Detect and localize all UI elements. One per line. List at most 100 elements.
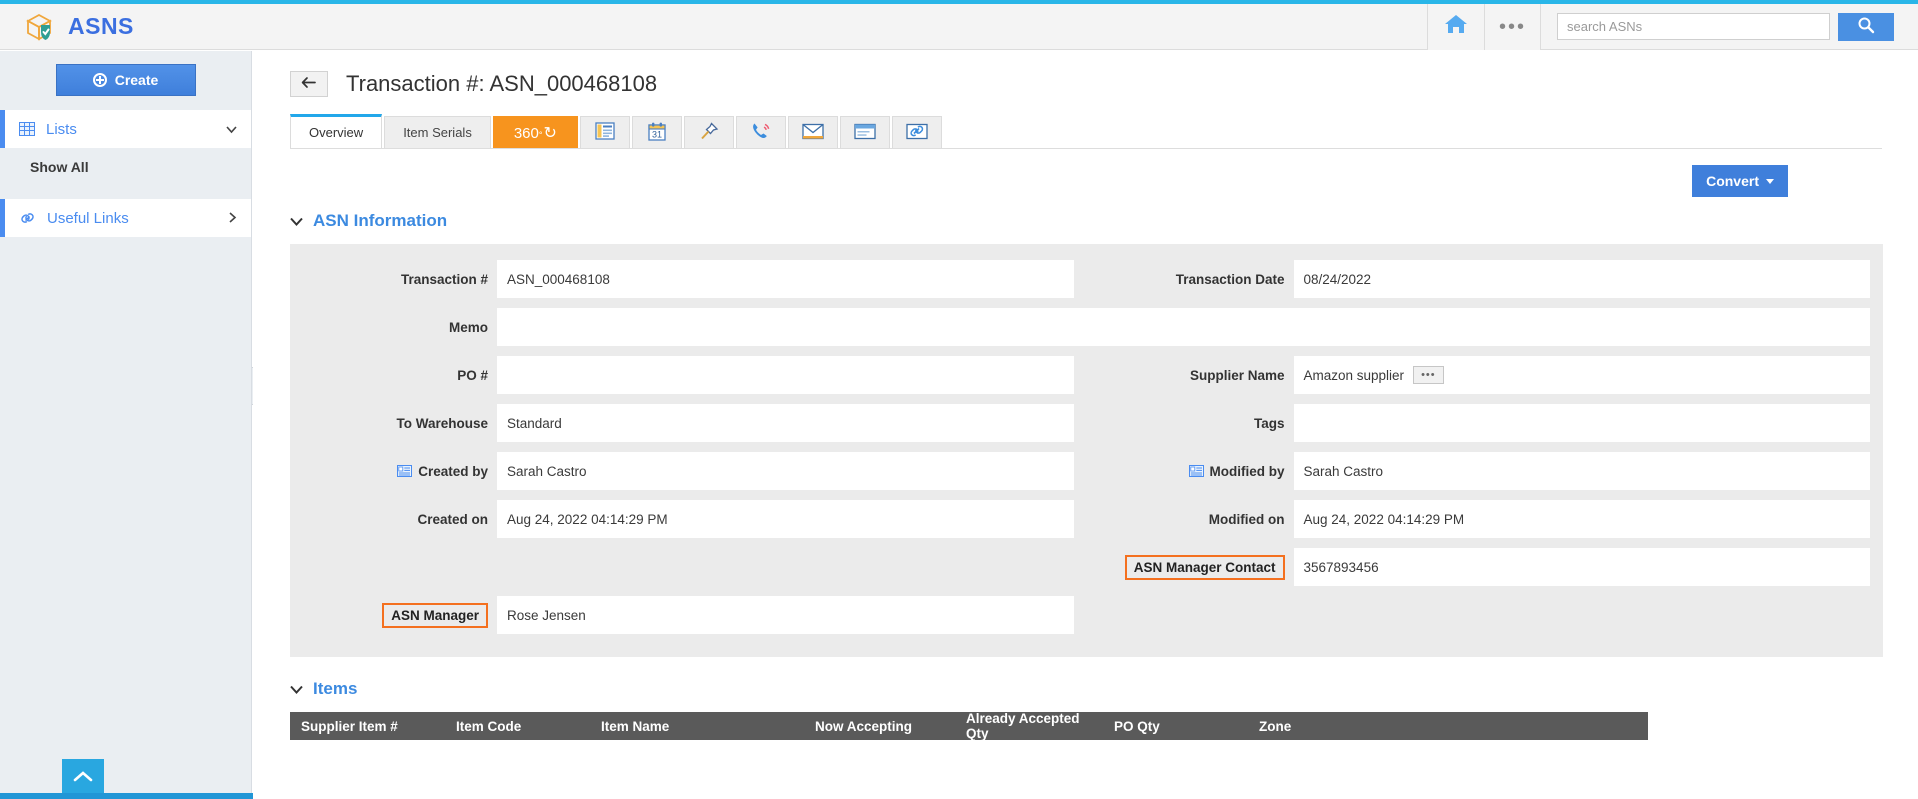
asn-manager-contact-input[interactable]: 3567893456 [1293,548,1870,586]
sidebar-item-useful-links-label: Useful Links [47,209,129,227]
column-po-qty[interactable]: PO Qty [1103,719,1248,734]
column-already-accepted-qty[interactable]: Already Accepted Qty [955,711,1103,741]
field-to-warehouse: To Warehouse Standard [290,399,1087,447]
field-modified-on: Modified on Aug 24, 2022 04:14:29 PM [1087,495,1884,543]
grid-icon [19,122,35,136]
tab-item-serials[interactable]: Item Serials [384,116,491,148]
items-table-header-row: Supplier Item # Item Code Item Name Now … [290,711,1648,741]
field-asn-manager-contact: ASN Manager Contact 3567893456 [1087,543,1884,591]
modified-by-input[interactable]: Sarah Castro [1293,452,1870,490]
modified-on-value: Aug 24, 2022 04:14:29 PM [1293,500,1870,538]
chevron-down-icon [290,681,303,697]
created-on-label: Created on [417,511,488,527]
column-now-accepting[interactable]: Now Accepting [804,719,955,734]
spacer-field-right [1294,596,1884,634]
form-row-created-modified-by: Created by Sarah Castro Modified by Sara… [290,447,1883,495]
sidebar: Create Lists Show All Useful Links [0,51,306,799]
asn-manager-contact-label-text: ASN Manager Contact [1124,554,1285,580]
asn-manager-input[interactable]: Rose Jensen [497,596,1074,634]
back-button[interactable] [290,71,328,97]
to-warehouse-input[interactable]: Standard [497,404,1074,442]
form-row-warehouse-tags: To Warehouse Standard Tags [290,399,1883,447]
memo-input[interactable] [497,308,1870,346]
spacer-field [497,548,1087,586]
link-icon [19,211,36,225]
asn-information-section-header[interactable]: ASN Information [290,211,1918,231]
tab-360[interactable]: 360 ° ↻ [492,116,578,148]
create-button-label: Create [114,72,159,88]
column-item-name[interactable]: Item Name [590,719,804,734]
memo-label: Memo [448,319,488,335]
search-input[interactable] [1557,13,1830,40]
back-arrow-icon [300,76,318,93]
home-icon [1443,12,1469,41]
tab-360-label: 360 [513,124,539,142]
tab-attachments[interactable] [891,116,942,148]
more-dots-icon: ••• [1498,15,1526,38]
tags-input[interactable] [1293,404,1870,442]
tab-email[interactable] [787,116,838,148]
chevron-down-icon [1766,178,1774,184]
create-button[interactable]: Create [55,64,196,96]
transaction-number-input[interactable]: ASN_000468108 [497,260,1074,298]
phone-ringing-icon [750,121,772,144]
tab-news-document[interactable] [579,116,630,148]
created-on-value: Aug 24, 2022 04:14:29 PM [497,500,1074,538]
tab-phone[interactable] [735,116,786,148]
asn-manager-label: ASN Manager [290,591,497,639]
chevron-down-icon [290,213,303,229]
po-number-label: PO # [457,367,488,383]
contact-card-icon [1188,465,1204,477]
po-number-input[interactable] [497,356,1074,394]
field-spacer-left [290,543,1087,591]
tab-overview-label: Overview [309,125,364,140]
svg-text:31: 31 [652,129,662,139]
tab-calendar[interactable]: 31 [631,116,682,148]
created-by-label-text: Created by [418,463,488,479]
supplier-lookup-button[interactable]: ••• [1413,366,1444,384]
form-row-created-modified-on: Created on Aug 24, 2022 04:14:29 PM Modi… [290,495,1883,543]
spacer-label-right [1087,591,1294,639]
supplier-name-input[interactable]: Amazon supplier ••• [1293,356,1870,394]
sidebar-item-useful-links[interactable]: Useful Links [0,199,251,237]
chevron-up-icon [72,769,94,790]
convert-button-label: Convert [1706,173,1759,189]
sidebar-item-lists-label: Lists [46,120,77,138]
tab-bar: Overview Item Serials 360 ° ↻ 31 [290,114,1882,149]
asn-information-title: ASN Information [313,211,448,230]
field-created-by: Created by Sarah Castro [290,447,1087,495]
created-by-input[interactable]: Sarah Castro [497,452,1074,490]
created-by-label: Created by [290,447,497,495]
home-button[interactable] [1427,3,1485,50]
convert-button[interactable]: Convert [1692,165,1788,197]
form-row-asn-manager: ASN Manager Rose Jensen [290,591,1883,639]
pushpin-icon [699,121,719,144]
app-header: ASNS ••• [0,3,1918,50]
column-item-code[interactable]: Item Code [445,719,590,734]
field-modified-by: Modified by Sarah Castro [1087,447,1884,495]
package-shield-icon [24,12,58,42]
field-transaction-number: Transaction # ASN_000468108 [290,255,1087,303]
modified-by-label: Modified by [1087,447,1294,495]
form-row-po-supplier: PO # Supplier Name Amazon supplier ••• [290,351,1883,399]
application-window: ASNS ••• search ASNs Create Lists Show A… [0,0,1918,799]
column-zone[interactable]: Zone [1248,719,1378,734]
transaction-date-input[interactable]: 08/24/2022 [1293,260,1870,298]
search-icon [1857,16,1875,37]
contact-card-icon [397,465,413,477]
tab-pushpin[interactable] [683,116,734,148]
items-section-header[interactable]: Items [290,679,1918,699]
more-menu-button[interactable]: ••• [1485,3,1541,50]
tab-overview[interactable]: Overview [290,114,383,148]
sidebar-item-show-all[interactable]: Show All [0,148,251,185]
search-button[interactable] [1838,12,1894,41]
header-spacer [134,4,1427,49]
form-row-transaction: Transaction # ASN_000468108 Transaction … [290,255,1883,303]
degree-symbol: ° [538,129,543,140]
sidebar-item-lists[interactable]: Lists [0,110,251,148]
tab-360-content: 360 ° ↻ [514,123,557,143]
tab-notes[interactable] [839,116,890,148]
column-supplier-item-number[interactable]: Supplier Item # [290,719,445,734]
convert-row: Convert [253,149,1918,197]
main-content: Transaction #: ASN_000468108 Overview It… [253,51,1918,799]
